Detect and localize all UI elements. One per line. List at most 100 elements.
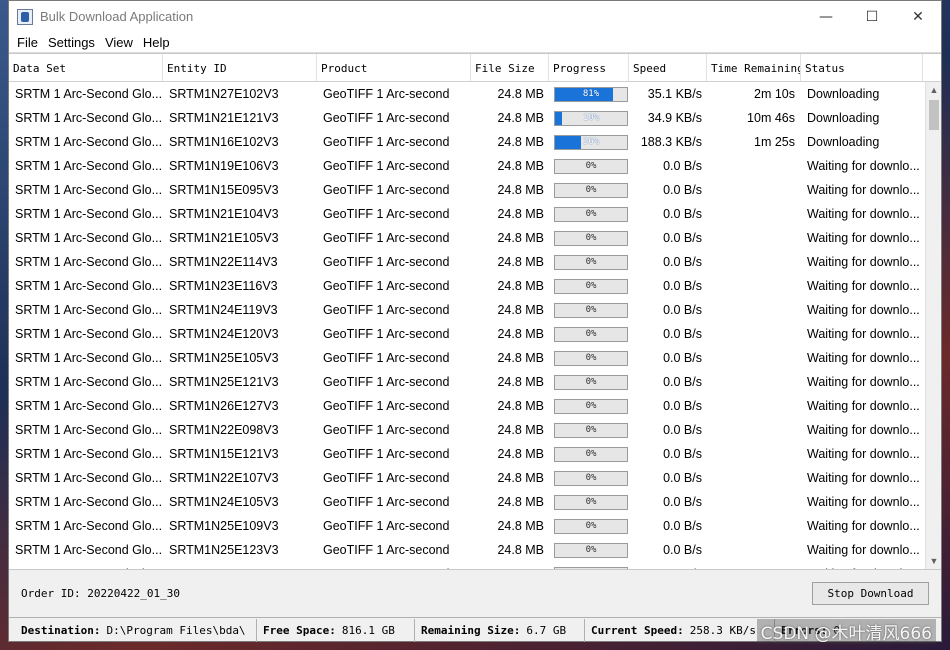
- free-space-label: Free Space:: [263, 623, 336, 637]
- table-row[interactable]: SRTM 1 Arc-Second Glo... SRTM1N21E121V3 Ge…: [9, 106, 941, 130]
- cell-entity-id: SRTM1N15E095V3: [169, 183, 279, 197]
- status-current-speed: Current Speed: 258.3 KB/s: [585, 618, 775, 642]
- cell-dataset: SRTM 1 Arc-Second Glo...: [15, 135, 163, 149]
- cell-product: GeoTIFF 1 Arc-second: [323, 327, 450, 341]
- column-header-dataset[interactable]: Data Set: [9, 54, 163, 81]
- cell-speed: 0.0 B/s: [663, 519, 702, 533]
- table-row[interactable]: SRTM 1 Arc-Second Glo... SRTM1N21E104V3 Ge…: [9, 202, 941, 226]
- cell-status: Waiting for downlo...: [807, 207, 920, 221]
- menu-help[interactable]: Help: [138, 35, 175, 50]
- progress-bar: 0%: [554, 230, 628, 246]
- table-row[interactable]: SRTM 1 Arc-Second Glo... SRTM1N16E102V3 Ge…: [9, 130, 941, 154]
- cell-product: GeoTIFF 1 Arc-second: [323, 183, 450, 197]
- progress-label: 0%: [585, 208, 597, 219]
- progress-label: 0%: [585, 328, 597, 339]
- cell-file-size: 24.8 MB: [497, 255, 544, 269]
- cell-speed: 0.0 B/s: [663, 375, 702, 389]
- table-row[interactable]: SRTM 1 Arc-Second Glo... SRTM1N24E120V3 Ge…: [9, 322, 941, 346]
- progress-label: 0%: [585, 472, 597, 483]
- cell-speed: 0.0 B/s: [663, 495, 702, 509]
- table-row[interactable]: SRTM 1 Arc-Second Glo...SRTM1N26E124V3Ge…: [9, 562, 941, 569]
- cell-dataset: SRTM 1 Arc-Second Glo...: [15, 543, 163, 557]
- table-row[interactable]: SRTM 1 Arc-Second Glo... SRTM1N25E105V3 Ge…: [9, 346, 941, 370]
- maximize-button[interactable]: ☐: [849, 1, 895, 32]
- table-row[interactable]: SRTM 1 Arc-Second Glo... SRTM1N24E105V3 Ge…: [9, 490, 941, 514]
- cell-product: GeoTIFF 1 Arc-second: [323, 519, 450, 533]
- column-header-file-size[interactable]: File Size: [471, 54, 549, 81]
- cell-speed: 0.0 B/s: [663, 159, 702, 173]
- cell-progress: 0%: [549, 374, 629, 390]
- table-row[interactable]: SRTM 1 Arc-Second Glo... SRTM1N23E116V3 Ge…: [9, 274, 941, 298]
- stop-download-button[interactable]: Stop Download: [812, 582, 929, 605]
- table-body: SRTM 1 Arc-Second Glo... SRTM1N27E102V3 Ge…: [9, 82, 941, 569]
- cell-product: GeoTIFF 1 Arc-second: [323, 159, 450, 173]
- cell-dataset: SRTM 1 Arc-Second Glo...: [15, 495, 163, 509]
- table-row[interactable]: SRTM 1 Arc-Second Glo... SRTM1N25E123V3 Ge…: [9, 538, 941, 562]
- cell-dataset: SRTM 1 Arc-Second Glo...: [15, 327, 163, 341]
- progress-label: 0%: [585, 304, 597, 315]
- cell-entity-id: SRTM1N16E102V3: [169, 135, 279, 149]
- cell-dataset: SRTM 1 Arc-Second Glo...: [15, 87, 163, 101]
- table-row[interactable]: SRTM 1 Arc-Second Glo... SRTM1N25E121V3 Ge…: [9, 370, 941, 394]
- cell-product: GeoTIFF 1 Arc-second: [323, 255, 450, 269]
- status-destination: Destination: D:\Program Files\bda\: [15, 618, 257, 642]
- cell-file-size: 24.8 MB: [497, 279, 544, 293]
- cell-entity-id: SRTM1N22E098V3: [169, 423, 279, 437]
- cell-status: Waiting for downlo...: [807, 351, 920, 365]
- menu-settings[interactable]: Settings: [43, 35, 100, 50]
- progress-label: 0%: [585, 352, 597, 363]
- java-app-icon: [17, 8, 33, 25]
- progress-label: 0%: [585, 400, 597, 411]
- progress-bar: 0%: [554, 254, 628, 270]
- scroll-up-icon[interactable]: ▲: [926, 82, 941, 98]
- cell-dataset: SRTM 1 Arc-Second Glo...: [15, 399, 163, 413]
- order-id-label: Order ID:: [21, 587, 81, 600]
- cell-status: Downloading: [807, 111, 880, 125]
- scroll-thumb[interactable]: [929, 100, 939, 130]
- menu-file[interactable]: File: [12, 35, 43, 50]
- vertical-scrollbar[interactable]: ▲ ▼: [925, 82, 941, 569]
- column-header-time-remaining[interactable]: Time Remaining: [707, 54, 801, 81]
- cell-speed: 0.0 B/s: [663, 255, 702, 269]
- table-row[interactable]: SRTM 1 Arc-Second Glo... SRTM1N24E119V3 Ge…: [9, 298, 941, 322]
- table-row[interactable]: SRTM 1 Arc-Second Glo... SRTM1N22E098V3 Ge…: [9, 418, 941, 442]
- progress-label: 0%: [585, 232, 597, 243]
- cell-speed: 35.1 KB/s: [647, 87, 702, 101]
- cell-file-size: 24.8 MB: [497, 495, 544, 509]
- progress-bar: 0%: [554, 302, 628, 318]
- cell-file-size: 24.8 MB: [497, 111, 544, 125]
- column-header-status[interactable]: Status: [801, 54, 923, 81]
- table-row[interactable]: SRTM 1 Arc-Second Glo... SRTM1N27E102V3 Ge…: [9, 82, 941, 106]
- cell-entity-id: SRTM1N21E104V3: [169, 207, 279, 221]
- column-header-entity-id[interactable]: Entity ID: [163, 54, 317, 81]
- cell-speed: 0.0 B/s: [663, 207, 702, 221]
- table-row[interactable]: SRTM 1 Arc-Second Glo... SRTM1N19E106V3 Ge…: [9, 154, 941, 178]
- cell-entity-id: SRTM1N25E123V3: [169, 543, 279, 557]
- column-header-speed[interactable]: Speed: [629, 54, 707, 81]
- close-button[interactable]: ✕: [895, 1, 941, 32]
- column-header-progress[interactable]: Progress: [549, 54, 629, 81]
- cell-progress: 0%: [549, 446, 629, 462]
- progress-label: 0%: [585, 520, 597, 531]
- cell-file-size: 24.8 MB: [497, 135, 544, 149]
- table-row[interactable]: SRTM 1 Arc-Second Glo... SRTM1N22E107V3 Ge…: [9, 466, 941, 490]
- table-row[interactable]: SRTM 1 Arc-Second Glo... SRTM1N15E095V3 Ge…: [9, 178, 941, 202]
- progress-label: 36%: [582, 136, 600, 147]
- window-title: Bulk Download Application: [40, 9, 194, 24]
- cell-status: Waiting for downlo...: [807, 471, 920, 485]
- table-header: Data Set Entity ID Product File Size Pro…: [9, 54, 941, 82]
- table-row[interactable]: SRTM 1 Arc-Second Glo... SRTM1N21E105V3 Ge…: [9, 226, 941, 250]
- progress-label: 0%: [585, 184, 597, 195]
- destination-value: D:\Program Files\bda\: [106, 623, 246, 637]
- cell-progress: 0%: [549, 350, 629, 366]
- column-header-product[interactable]: Product: [317, 54, 471, 81]
- minimize-button[interactable]: —: [803, 1, 849, 32]
- table-row[interactable]: SRTM 1 Arc-Second Glo... SRTM1N26E127V3 Ge…: [9, 394, 941, 418]
- table-row[interactable]: SRTM 1 Arc-Second Glo... SRTM1N15E121V3 Ge…: [9, 442, 941, 466]
- cell-speed: 0.0 B/s: [663, 399, 702, 413]
- menu-view[interactable]: View: [100, 35, 138, 50]
- table-row[interactable]: SRTM 1 Arc-Second Glo... SRTM1N22E114V3 Ge…: [9, 250, 941, 274]
- title-bar[interactable]: Bulk Download Application — ☐ ✕: [9, 1, 941, 32]
- table-row[interactable]: SRTM 1 Arc-Second Glo... SRTM1N25E109V3 Ge…: [9, 514, 941, 538]
- scroll-down-icon[interactable]: ▼: [926, 553, 941, 569]
